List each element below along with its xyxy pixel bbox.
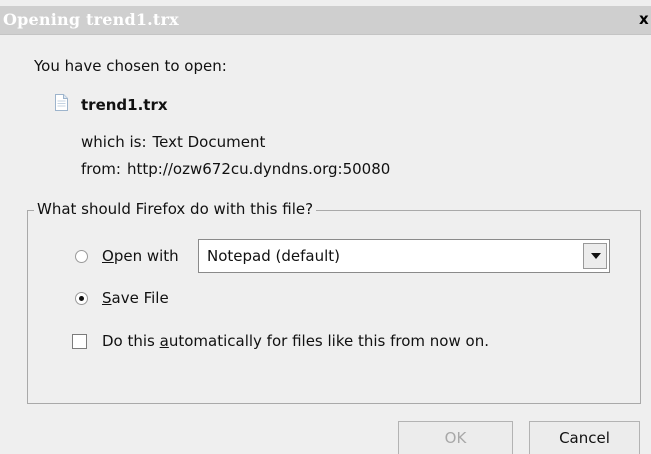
save-file-radio[interactable] [75, 292, 88, 305]
close-icon[interactable]: x [639, 9, 651, 29]
text-document-icon [55, 94, 68, 111]
open-with-label[interactable]: Open with [102, 247, 179, 265]
open-with-app-select[interactable]: Notepad (default) [198, 239, 610, 273]
file-type-value: Text Document [152, 133, 266, 151]
file-type-label: which is: [81, 133, 147, 151]
download-dialog: Opening trend1.trx x You have chosen to … [0, 0, 651, 454]
intro-text: You have chosen to open: [34, 57, 227, 75]
open-with-accesskey: O [102, 247, 114, 265]
auto-action-pre: Do this [102, 332, 160, 350]
open-with-app-value: Notepad (default) [207, 247, 340, 265]
title-bar[interactable]: Opening trend1.trx x [0, 6, 651, 35]
action-group-legend: What should Firefox do with this file? [34, 200, 317, 218]
auto-action-checkbox[interactable] [72, 334, 87, 349]
file-source-url: http://ozw672cu.dyndns.org:50080 [126, 160, 391, 178]
save-file-label-rest: ave File [111, 289, 169, 307]
file-source-row: from: http://ozw672cu.dyndns.org:50080 [81, 160, 390, 178]
auto-action-accesskey: a [159, 332, 169, 350]
save-file-label[interactable]: Save File [102, 289, 169, 307]
file-type-row: which is: Text Document [81, 133, 265, 151]
open-with-label-rest: pen with [113, 247, 179, 265]
file-name: trend1.trx [81, 96, 168, 114]
dialog-title: Opening trend1.trx [3, 10, 179, 29]
auto-action-post: utomatically for files like this from no… [168, 332, 489, 350]
auto-action-label[interactable]: Do this automatically for files like thi… [102, 332, 489, 350]
chevron-down-icon[interactable] [583, 243, 607, 269]
open-with-radio[interactable] [75, 250, 88, 263]
cancel-button[interactable]: Cancel [529, 421, 640, 454]
file-source-label: from: [81, 160, 121, 178]
save-file-accesskey: S [102, 289, 112, 307]
ok-button[interactable]: OK [398, 421, 513, 454]
